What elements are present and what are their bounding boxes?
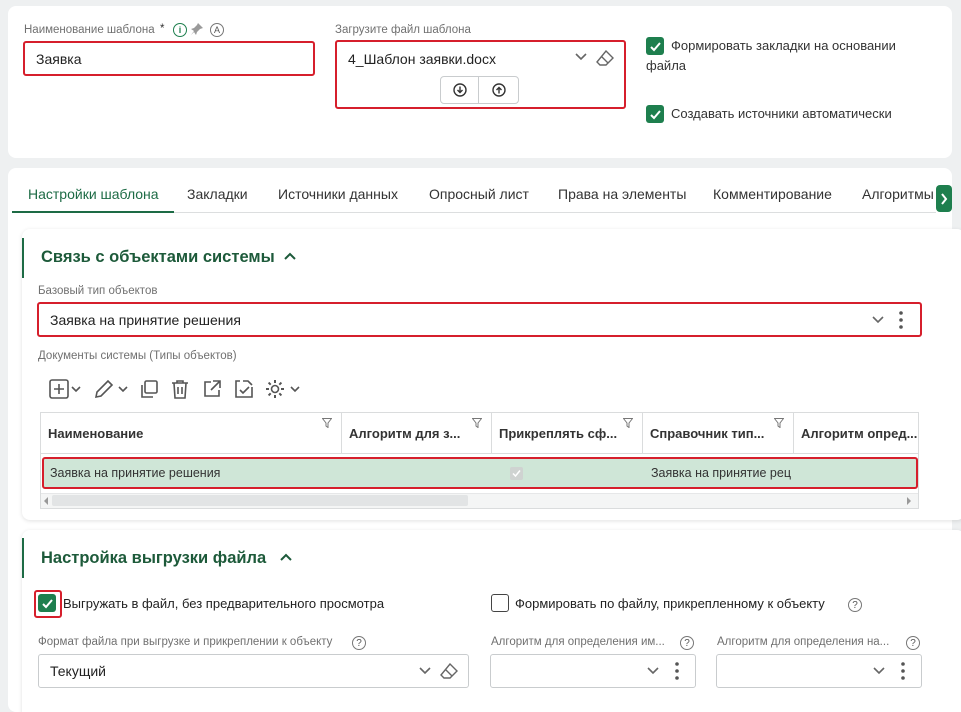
column-header-name[interactable]: Наименование: [48, 426, 328, 441]
open-button[interactable]: [201, 378, 223, 400]
copy-button[interactable]: [138, 378, 160, 400]
export-section-title: Настройка выгрузки файла: [41, 549, 267, 567]
chevron-down-icon[interactable]: [419, 667, 431, 675]
algo-name2-select[interactable]: [716, 654, 922, 688]
auto-icon[interactable]: A: [210, 23, 224, 37]
help-icon[interactable]: ?: [906, 636, 920, 650]
more-vertical-icon[interactable]: [900, 661, 906, 681]
bookmarks-checkbox[interactable]: [646, 37, 664, 55]
format-label: Формат файла при выгрузке и прикреплении…: [38, 636, 333, 648]
info-icon[interactable]: i: [173, 23, 187, 37]
base-type-label: Базовый тип объектов: [38, 285, 158, 297]
chevron-up-icon[interactable]: [280, 553, 292, 562]
add-button[interactable]: [48, 378, 82, 400]
delete-button[interactable]: [169, 378, 191, 400]
table-row-highlight: [42, 457, 918, 489]
tab-data-sources[interactable]: Источники данных: [278, 186, 398, 202]
help-icon[interactable]: ?: [680, 636, 694, 650]
edit-button[interactable]: [93, 378, 129, 400]
bookmarks-checkbox-label: Формировать закладки на основании: [671, 38, 896, 53]
column-header-attach[interactable]: Прикреплять сф...: [499, 426, 639, 441]
export-without-preview-label: Выгружать в файл, без предварительного п…: [63, 596, 385, 611]
save-button[interactable]: [233, 378, 257, 400]
column-header-algorithm-2[interactable]: Алгоритм опред...: [801, 426, 918, 441]
required-marker: *: [160, 23, 165, 35]
bookmarks-checkbox-label-2: файла: [646, 58, 687, 73]
form-by-file-checkbox[interactable]: [491, 594, 509, 612]
scroll-right-icon[interactable]: [906, 497, 912, 505]
tab-questionnaire[interactable]: Опросный лист: [429, 186, 529, 202]
filter-icon[interactable]: [322, 418, 332, 428]
clipboard-check-icon: [235, 380, 253, 398]
chevron-up-icon[interactable]: [284, 252, 296, 261]
scroll-left-icon[interactable]: [43, 497, 49, 505]
column-separator: [491, 412, 492, 454]
column-separator: [793, 412, 794, 454]
base-type-highlight: [37, 302, 922, 337]
eraser-icon[interactable]: [440, 663, 458, 679]
column-separator: [341, 412, 342, 454]
copy-icon: [141, 380, 158, 398]
sources-checkbox-label: Создавать источники автоматически: [671, 106, 892, 121]
file-upload-label: Загрузите файл шаблона: [335, 24, 471, 36]
tab-element-rights[interactable]: Права на элементы: [558, 186, 686, 202]
pin-icon[interactable]: [190, 22, 204, 36]
column-header-catalog[interactable]: Справочник тип...: [650, 426, 790, 441]
algo-name-select[interactable]: [490, 654, 696, 688]
scrollbar-thumb[interactable]: [52, 495, 468, 506]
help-icon[interactable]: ?: [352, 636, 366, 650]
active-tab-indicator: [12, 211, 174, 213]
filter-icon[interactable]: [472, 418, 482, 428]
tab-template-settings[interactable]: Настройки шаблона: [28, 186, 159, 202]
chevron-down-icon[interactable]: [647, 667, 659, 675]
filter-icon[interactable]: [623, 418, 633, 428]
chevron-right-icon: [941, 192, 948, 205]
system-docs-label: Документы системы (Типы объектов): [38, 350, 237, 362]
format-value: Текущий: [50, 663, 106, 679]
external-link-icon: [204, 380, 221, 397]
export-checkbox-highlight: [34, 590, 62, 618]
tabs-scroll-right-button[interactable]: [936, 185, 952, 212]
file-upload-highlight: [335, 40, 626, 109]
trash-icon: [172, 380, 188, 399]
tab-algorithms[interactable]: Алгоритмы: [862, 186, 936, 202]
settings-button[interactable]: [264, 378, 302, 400]
chevron-down-icon[interactable]: [873, 667, 885, 675]
plus-box-icon: [49, 379, 81, 399]
form-by-file-label: Формировать по файлу, прикрепленному к о…: [515, 596, 825, 611]
filter-icon[interactable]: [774, 418, 784, 428]
algo-name2-label: Алгоритм для определения на...: [717, 636, 890, 648]
column-separator: [642, 412, 643, 454]
algo-name-label: Алгоритм для определения им...: [491, 636, 665, 648]
relations-section-bar: [22, 238, 24, 278]
tab-commenting[interactable]: Комментирование: [713, 186, 832, 202]
relations-section-title: Связь с объектами системы: [41, 248, 275, 266]
template-name-label: Наименование шаблона: [24, 24, 155, 36]
pencil-icon: [94, 379, 128, 399]
gear-icon: [266, 380, 300, 398]
template-name-highlight: [23, 41, 315, 76]
more-vertical-icon[interactable]: [674, 661, 680, 681]
column-header-algorithm[interactable]: Алгоритм для з...: [349, 426, 489, 441]
help-icon[interactable]: ?: [848, 598, 862, 612]
export-section-bar: [22, 538, 24, 578]
tab-bookmarks[interactable]: Закладки: [187, 186, 248, 202]
sources-checkbox[interactable]: [646, 105, 664, 123]
